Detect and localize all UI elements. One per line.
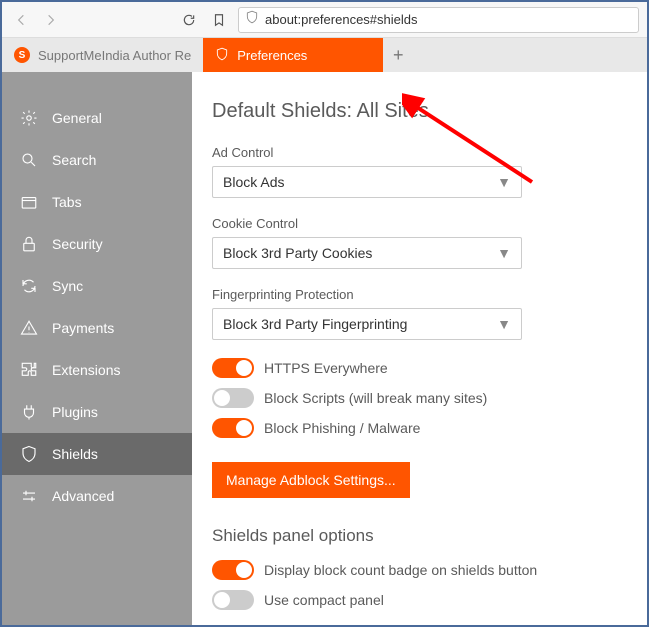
sidebar-item-label: Search [52,152,96,168]
gear-icon [20,109,38,127]
tab-label: SupportMeIndia Author Re [38,48,191,63]
sidebar-item-label: General [52,110,102,126]
fingerprinting-select[interactable]: Block 3rd Party Fingerprinting ▼ [212,308,522,340]
sidebar-nav: General Search Tabs Security Sync Paymen… [2,72,192,625]
fingerprinting-label: Fingerprinting Protection [212,287,627,302]
sidebar-item-shields[interactable]: Shields [2,433,192,475]
chevron-down-icon: ▼ [497,245,511,261]
cookie-control-select[interactable]: Block 3rd Party Cookies ▼ [212,237,522,269]
sidebar-item-search[interactable]: Search [2,139,192,181]
tab-label: Preferences [237,48,307,63]
toggle-label: Display block count badge on shields but… [264,562,537,578]
browser-toolbar: about:preferences#shields [2,2,647,38]
reload-button[interactable] [178,9,200,31]
sidebar-item-label: Payments [52,320,114,336]
cookie-control-label: Cookie Control [212,216,627,231]
sidebar-item-label: Sync [52,278,83,294]
select-value: Block Ads [223,174,284,190]
main-panel: Default Shields: All Sites Ad Control Bl… [192,72,647,625]
warning-icon [20,319,38,337]
sidebar-item-security[interactable]: Security [2,223,192,265]
puzzle-icon [20,361,38,379]
lock-icon [20,235,38,253]
sidebar-item-label: Tabs [52,194,82,210]
block-scripts-toggle[interactable] [212,388,254,408]
sidebar-item-extensions[interactable]: Extensions [2,349,192,391]
ad-control-select[interactable]: Block Ads ▼ [212,166,522,198]
shield-icon [20,445,38,463]
compact-panel-toggle[interactable] [212,590,254,610]
tab-favicon-icon: S [14,47,30,63]
tab-active[interactable]: Preferences [203,38,383,72]
sidebar-item-label: Extensions [52,362,120,378]
sidebar-item-plugins[interactable]: Plugins [2,391,192,433]
https-everywhere-toggle[interactable] [212,358,254,378]
shield-icon [245,10,259,29]
sliders-icon [20,487,38,505]
tabs-icon [20,193,38,211]
panel-options-title: Shields panel options [212,526,627,546]
select-value: Block 3rd Party Cookies [223,245,372,261]
toggle-label: Block Scripts (will break many sites) [264,390,487,406]
toggle-label: HTTPS Everywhere [264,360,388,376]
sidebar-item-label: Shields [52,446,98,462]
sidebar-item-label: Advanced [52,488,114,504]
manage-adblock-button[interactable]: Manage Adblock Settings... [212,462,410,498]
new-tab-button[interactable]: + [383,38,413,72]
tab-background[interactable]: S SupportMeIndia Author Re [2,38,203,72]
block-phishing-toggle[interactable] [212,418,254,438]
forward-button[interactable] [40,9,62,31]
chevron-down-icon: ▼ [497,174,511,190]
toggle-label: Use compact panel [264,592,384,608]
sidebar-item-payments[interactable]: Payments [2,307,192,349]
select-value: Block 3rd Party Fingerprinting [223,316,407,332]
back-button[interactable] [10,9,32,31]
url-bar[interactable]: about:preferences#shields [238,7,639,33]
shield-icon [215,47,229,64]
sync-icon [20,277,38,295]
search-icon [20,151,38,169]
sidebar-item-tabs[interactable]: Tabs [2,181,192,223]
ad-control-label: Ad Control [212,145,627,160]
sidebar-item-label: Security [52,236,103,252]
tab-strip: S SupportMeIndia Author Re Preferences + [2,38,647,72]
sidebar-item-general[interactable]: General [2,97,192,139]
bookmark-button[interactable] [208,9,230,31]
page-title: Default Shields: All Sites [212,100,627,123]
plug-icon [20,403,38,421]
sidebar-item-sync[interactable]: Sync [2,265,192,307]
toggle-label: Block Phishing / Malware [264,420,420,436]
block-count-badge-toggle[interactable] [212,560,254,580]
sidebar-item-label: Plugins [52,404,98,420]
url-text: about:preferences#shields [265,12,418,27]
sidebar-item-advanced[interactable]: Advanced [2,475,192,517]
chevron-down-icon: ▼ [497,316,511,332]
